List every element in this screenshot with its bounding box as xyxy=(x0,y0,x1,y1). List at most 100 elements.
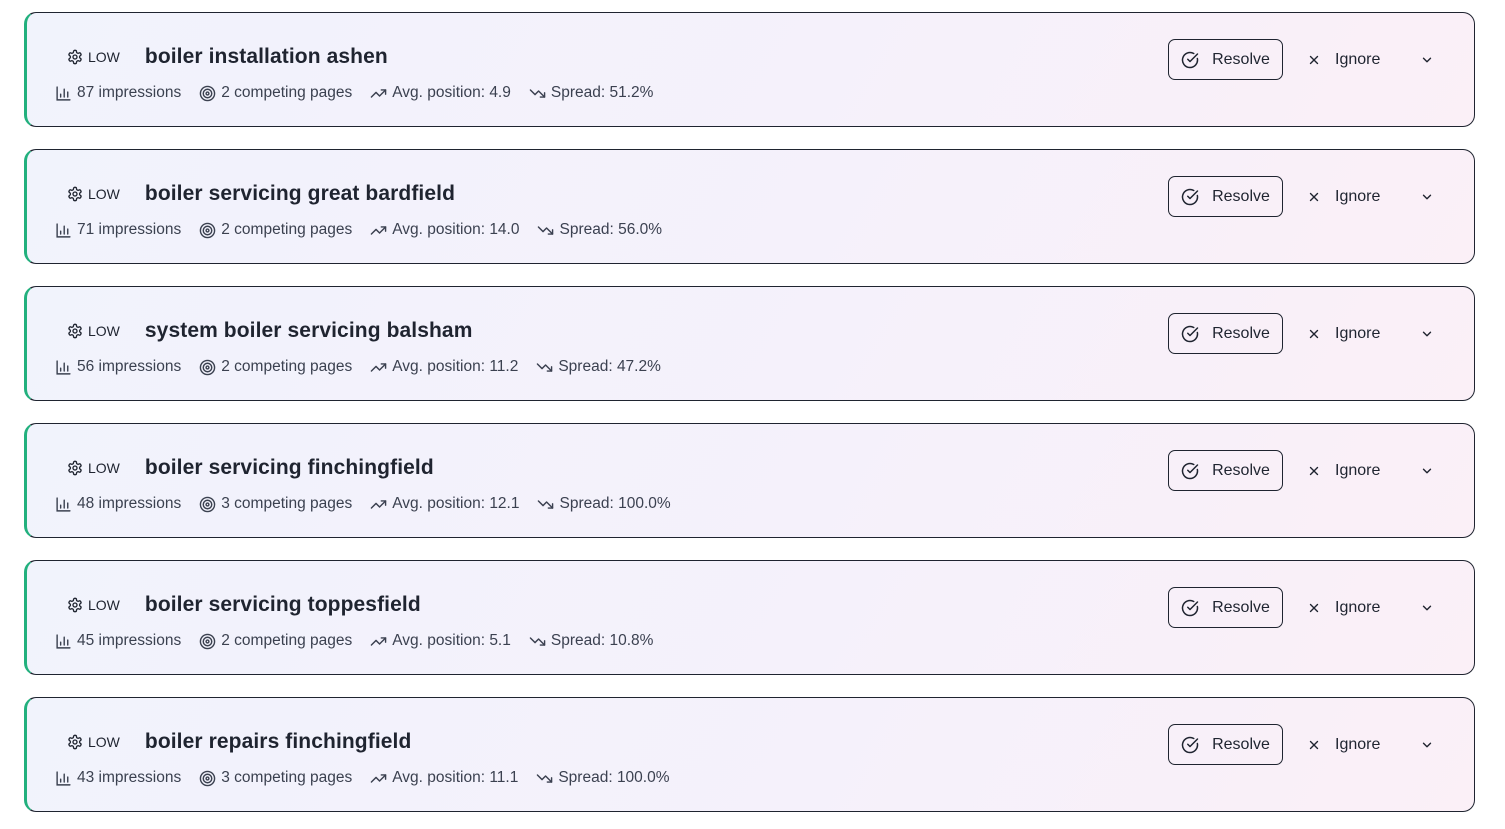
competing-pages-stat: 3 competing pages xyxy=(199,769,352,787)
severity-label: LOW xyxy=(88,323,120,339)
expand-button[interactable] xyxy=(1416,587,1438,628)
issue-header: LOW boiler servicing toppesfield xyxy=(67,591,421,619)
target-icon xyxy=(199,85,216,101)
issue-header: LOW boiler servicing great bardfield xyxy=(67,180,455,208)
issue-actions: Resolve Ignore xyxy=(1168,39,1438,80)
trending-down-icon xyxy=(537,773,553,783)
impressions-value: 48 impressions xyxy=(77,495,182,512)
severity-badge: LOW xyxy=(67,734,120,750)
spread-stat: Spread: 51.2% xyxy=(529,84,654,102)
severity-badge: LOW xyxy=(67,460,120,476)
resolve-button[interactable]: Resolve xyxy=(1168,39,1283,80)
expand-button[interactable] xyxy=(1416,313,1438,354)
issue-header: LOW boiler servicing finchingfield xyxy=(67,454,434,482)
issue-card: LOW boiler installation ashen 87 impress… xyxy=(24,12,1475,127)
chevron-down-icon xyxy=(1423,742,1432,747)
resolve-button[interactable]: Resolve xyxy=(1168,724,1283,765)
bar-chart-icon xyxy=(56,633,71,649)
trending-up-icon xyxy=(370,88,387,98)
resolve-button[interactable]: Resolve xyxy=(1168,587,1283,628)
expand-button[interactable] xyxy=(1416,450,1438,491)
issue-card: LOW system boiler servicing balsham 56 i… xyxy=(24,286,1475,401)
target-icon xyxy=(199,496,216,512)
bar-chart-icon xyxy=(56,359,71,375)
expand-button[interactable] xyxy=(1416,724,1438,765)
keyword-title: system boiler servicing balsham xyxy=(144,319,473,342)
resolve-button[interactable]: Resolve xyxy=(1168,313,1283,354)
severity-badge: LOW xyxy=(67,186,120,202)
issue-stats: 56 impressions 2 competing pages Avg. po… xyxy=(55,356,661,378)
spread-stat: Spread: 47.2% xyxy=(536,358,661,376)
issue-card: LOW boiler servicing toppesfield 45 impr… xyxy=(24,560,1475,675)
competing-pages-stat: 2 competing pages xyxy=(199,358,352,376)
issue-card: LOW boiler servicing finchingfield 48 im… xyxy=(24,423,1475,538)
trending-down-icon xyxy=(529,88,546,98)
ignore-label: Ignore xyxy=(1335,598,1381,616)
expand-button[interactable] xyxy=(1416,39,1438,80)
impressions-stat: 43 impressions xyxy=(55,769,181,787)
impressions-value: 87 impressions xyxy=(77,84,182,101)
chevron-down-icon xyxy=(1423,57,1432,62)
spread-value: Spread: 47.2% xyxy=(558,358,661,375)
trending-down-icon xyxy=(538,499,554,509)
ignore-button[interactable]: Ignore xyxy=(1305,313,1382,354)
check-circle-icon xyxy=(1181,188,1199,205)
resolve-label: Resolve xyxy=(1212,461,1270,479)
avg-position-stat: Avg. position: 14.0 xyxy=(370,221,519,239)
close-icon xyxy=(1309,192,1319,201)
ignore-label: Ignore xyxy=(1335,461,1381,479)
check-circle-icon xyxy=(1181,736,1199,753)
trending-up-icon xyxy=(370,225,387,235)
severity-label: LOW xyxy=(88,186,120,202)
keyword-title: boiler installation ashen xyxy=(144,45,388,68)
resolve-button[interactable]: Resolve xyxy=(1168,176,1283,217)
close-icon xyxy=(1309,740,1319,749)
gear-icon xyxy=(68,323,82,339)
competing-pages-stat: 2 competing pages xyxy=(199,84,352,102)
impressions-stat: 87 impressions xyxy=(55,84,181,102)
resolve-label: Resolve xyxy=(1212,187,1270,205)
gear-icon xyxy=(68,460,82,476)
close-icon xyxy=(1309,603,1319,612)
avg-position-value: Avg. position: 11.1 xyxy=(392,769,519,786)
issue-card: LOW boiler repairs finchingfield 43 impr… xyxy=(24,697,1475,812)
spread-stat: Spread: 10.8% xyxy=(529,632,653,650)
target-icon xyxy=(199,633,216,649)
close-icon xyxy=(1309,329,1319,338)
ignore-button[interactable]: Ignore xyxy=(1305,39,1382,80)
severity-label: LOW xyxy=(88,49,120,65)
expand-button[interactable] xyxy=(1416,176,1438,217)
ignore-button[interactable]: Ignore xyxy=(1305,724,1382,765)
issue-header: LOW boiler installation ashen xyxy=(67,43,388,71)
avg-position-stat: Avg. position: 11.1 xyxy=(370,769,518,787)
avg-position-value: Avg. position: 12.1 xyxy=(392,495,520,512)
spread-value: Spread: 51.2% xyxy=(550,84,654,101)
chevron-down-icon xyxy=(1423,605,1432,610)
ignore-button[interactable]: Ignore xyxy=(1305,450,1382,491)
competing-pages-value: 2 competing pages xyxy=(221,84,353,101)
impressions-stat: 45 impressions xyxy=(55,632,181,650)
trending-up-icon xyxy=(370,773,387,783)
issue-header: LOW boiler repairs finchingfield xyxy=(67,728,411,756)
gear-icon xyxy=(68,597,82,613)
close-icon xyxy=(1309,55,1319,64)
resolve-button[interactable]: Resolve xyxy=(1168,450,1283,491)
keyword-title: boiler servicing great bardfield xyxy=(144,182,456,205)
gear-icon xyxy=(68,734,82,750)
keyword-title: boiler servicing finchingfield xyxy=(144,456,434,479)
close-icon xyxy=(1309,466,1319,475)
competing-pages-value: 3 competing pages xyxy=(221,769,353,786)
ignore-button[interactable]: Ignore xyxy=(1305,176,1382,217)
gear-icon xyxy=(68,49,82,65)
check-circle-icon xyxy=(1181,51,1199,68)
bar-chart-icon xyxy=(56,222,71,238)
trending-down-icon xyxy=(537,362,553,372)
keyword-title: boiler repairs finchingfield xyxy=(144,730,412,753)
bar-chart-icon xyxy=(56,496,71,512)
trending-up-icon xyxy=(370,362,387,372)
severity-badge: LOW xyxy=(67,323,120,339)
impressions-stat: 71 impressions xyxy=(55,221,181,239)
issue-actions: Resolve Ignore xyxy=(1168,450,1438,491)
ignore-button[interactable]: Ignore xyxy=(1305,587,1382,628)
target-icon xyxy=(199,222,216,238)
